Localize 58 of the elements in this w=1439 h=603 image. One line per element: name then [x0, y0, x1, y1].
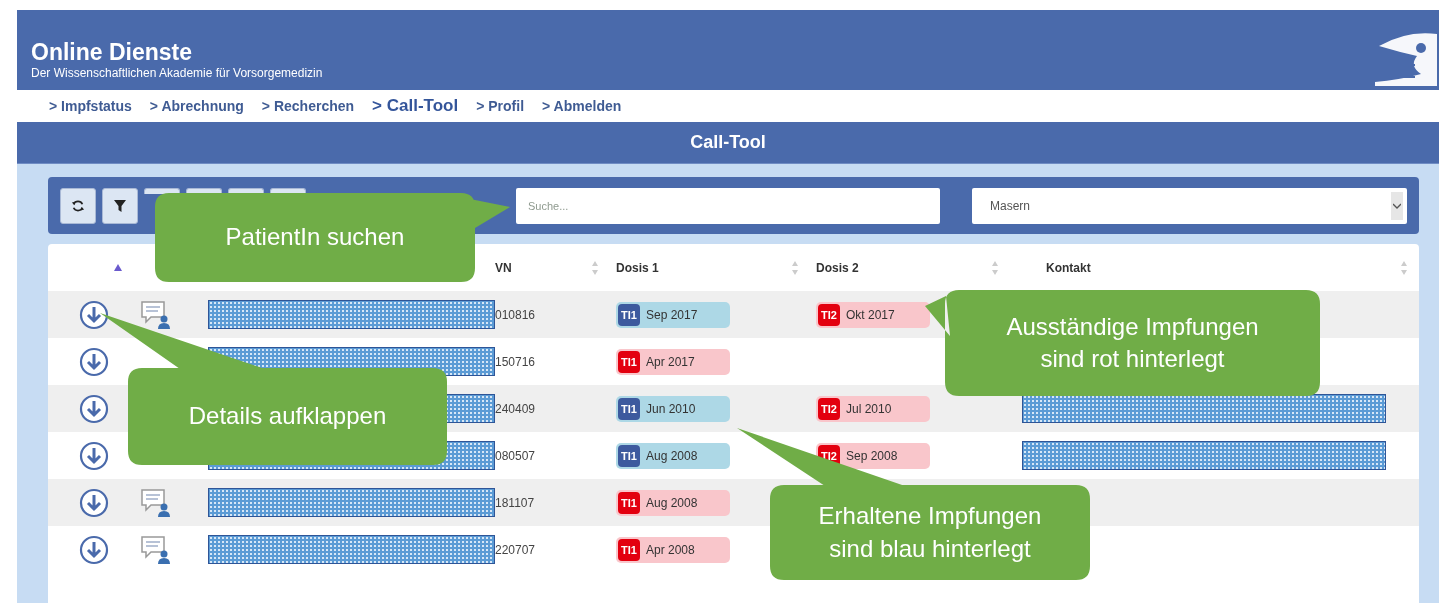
filter-button[interactable] — [102, 187, 138, 224]
dose-date: Jun 2010 — [646, 401, 696, 416]
nav-link[interactable]: > Call-Tool — [372, 96, 459, 116]
refresh-icon — [71, 198, 85, 213]
dose-tag: TI1 — [618, 350, 640, 373]
chat-person-icon[interactable] — [140, 299, 172, 330]
column-header[interactable]: Dosis 1 — [616, 260, 659, 275]
insurance-number: 080507 — [495, 448, 536, 463]
filter-icon — [114, 198, 126, 213]
expand-down-icon[interactable] — [79, 346, 109, 377]
dose-date: Aug 2008 — [646, 495, 698, 510]
column-header[interactable]: VN — [495, 260, 512, 275]
column-header[interactable]: Kontakt — [1046, 260, 1091, 275]
dose-date: Apr 2017 — [646, 354, 695, 369]
insurance-number: 220707 — [495, 542, 536, 557]
expand-down-icon[interactable] — [79, 299, 109, 330]
dose-date: Okt 2017 — [846, 307, 895, 322]
callout-text: Erhaltene Impfungen sind blau hinterlegt — [817, 501, 1043, 564]
dose-tag: TI2 — [818, 303, 840, 326]
nav-link[interactable]: > Profil — [476, 98, 525, 114]
dose-date: Aug 2008 — [646, 448, 698, 463]
insurance-number: 181107 — [495, 495, 535, 510]
expand-down-icon[interactable] — [79, 534, 109, 565]
toolbar-button[interactable] — [144, 187, 180, 194]
chat-person-icon[interactable] — [140, 487, 172, 518]
vaccine-select[interactable]: Masern — [972, 187, 1407, 224]
nav-link[interactable]: > Abmelden — [542, 98, 622, 114]
insurance-number: 240409 — [495, 401, 536, 416]
dose-tag: TI1 — [618, 538, 640, 561]
insurance-number: 010816 — [495, 307, 536, 322]
search-field[interactable]: Suche... — [516, 187, 940, 224]
dose-tag: TI2 — [818, 397, 840, 420]
nav-link[interactable]: > Abrechnung — [149, 98, 244, 114]
dose-date: Sep 2017 — [646, 307, 698, 322]
dose-tag: TI1 — [618, 397, 640, 420]
nav-link[interactable]: > Impfstatus — [49, 98, 132, 114]
callout-text: Ausständige Impfungen sind rot hinterlegt — [1005, 311, 1260, 374]
expand-down-icon[interactable] — [79, 440, 109, 471]
expand-down-icon[interactable] — [79, 393, 109, 424]
dose-tag: TI1 — [618, 303, 640, 326]
expand-down-icon[interactable] — [79, 487, 109, 518]
sort-ascending-icon[interactable] — [114, 264, 122, 271]
site-subtitle: Der Wissenschaftlichen Akademie für Vorsorgemedizin — [31, 66, 323, 80]
callout-text: Details aufklappen — [188, 401, 387, 432]
dose-date: Sep 2008 — [846, 448, 898, 463]
dose-date: Jul 2010 — [846, 401, 892, 416]
dose-tag: TI1 — [618, 491, 640, 514]
column-header[interactable]: Dosis 2 — [816, 260, 859, 275]
site-title: Online Dienste — [31, 39, 194, 66]
callout-text: PatientIn suchen — [225, 222, 405, 253]
caret-icon — [1391, 191, 1403, 220]
dose-tag: TI1 — [618, 444, 640, 467]
refresh-button[interactable] — [60, 187, 96, 224]
insurance-number: 150716 — [495, 354, 536, 369]
nav-link[interactable]: > Recherchen — [261, 98, 355, 114]
chat-person-icon[interactable] — [140, 534, 172, 565]
page-title: Call-Tool — [690, 132, 766, 153]
dose-date: Apr 2008 — [646, 542, 695, 557]
